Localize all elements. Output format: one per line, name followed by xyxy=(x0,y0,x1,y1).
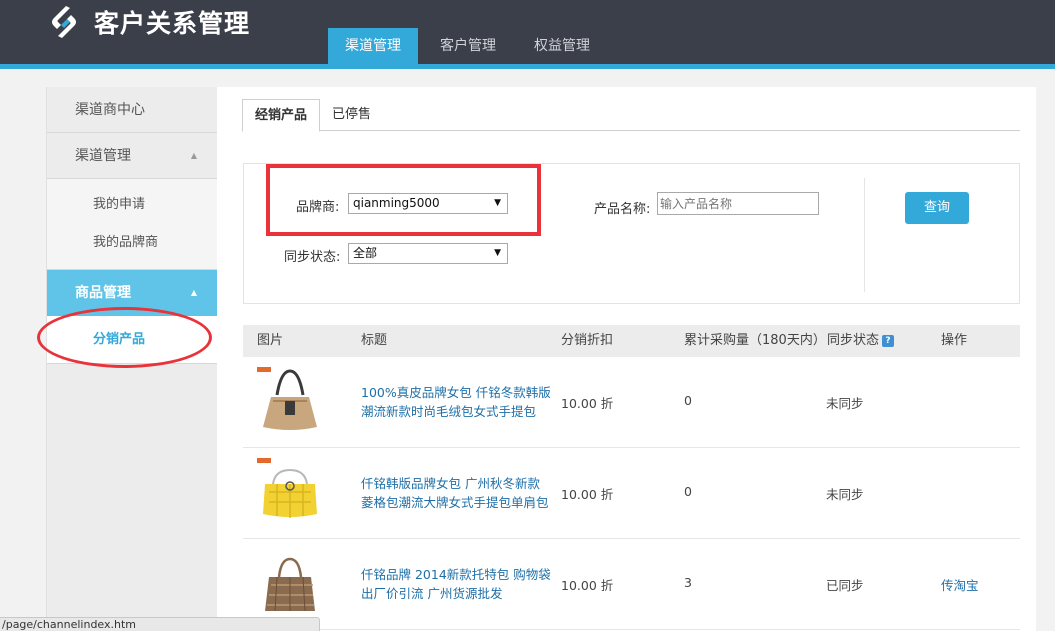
column-header-discount: 分销折扣 xyxy=(561,333,614,348)
main-nav: 渠道管理 客户管理 权益管理 xyxy=(328,28,612,64)
discount-cell: 10.00 折 xyxy=(561,396,614,411)
discount-cell: 10.00 折 xyxy=(561,578,614,593)
sidebar-item-label: 商品管理 xyxy=(75,285,131,301)
main-panel: 经销产品 已停售 品牌商: qianming5000 ▼ 同步状态: 全部 ▼ … xyxy=(217,87,1036,631)
sync-status-label: 同步状态: xyxy=(284,250,341,265)
purchases-cell: 0 xyxy=(684,393,692,408)
product-title-link[interactable]: 仟铭韩版品牌女包 广州秋冬新款菱格包潮流大牌女式手提包单肩包 xyxy=(361,474,551,512)
sync-status-select-value: 全部 xyxy=(353,246,378,260)
column-header-title: 标题 xyxy=(361,333,388,348)
column-header-action: 操作 xyxy=(941,333,968,348)
nav-tab-customer[interactable]: 客户管理 xyxy=(424,28,512,64)
tab-discontinued[interactable]: 已停售 xyxy=(320,99,383,131)
table-header: 图片 标题 分销折扣 累计采购量（180天内） 同步状态? 操作 xyxy=(243,325,1020,357)
product-name-label: 产品名称: xyxy=(594,202,651,217)
sidebar-item-label: 渠道管理 xyxy=(75,148,131,164)
table-row: 仟铭韩版品牌女包 广州秋冬新款菱格包潮流大牌女式手提包单肩包 10.00 折 0… xyxy=(243,448,1020,539)
sidebar-item-channel-center[interactable]: 渠道商中心 xyxy=(47,87,217,133)
sidebar-item-goods-mgmt[interactable]: 商品管理 ▲ xyxy=(47,270,217,316)
query-button[interactable]: 查询 xyxy=(905,192,969,224)
product-name-input[interactable] xyxy=(657,192,819,215)
sidebar-item-my-brands[interactable]: 我的品牌商 xyxy=(47,224,217,262)
table-row: 仟铭品牌 2014新款托特包 购物袋出厂价引流 广州货源批发 10.00 折 3… xyxy=(243,539,1020,630)
brand-select-value: qianming5000 xyxy=(353,196,440,210)
product-title-link[interactable]: 100%真皮品牌女包 仟铭冬款韩版潮流新款时尚毛绒包女式手提包 xyxy=(361,383,551,421)
purchases-cell: 3 xyxy=(684,575,692,590)
sync-status-cell: 未同步 xyxy=(826,487,864,502)
sidebar-submenu-channel: 我的申请 我的品牌商 xyxy=(47,179,217,270)
product-title-link[interactable]: 仟铭品牌 2014新款托特包 购物袋出厂价引流 广州货源批发 xyxy=(361,565,551,603)
sync-status-select[interactable]: 全部 ▼ xyxy=(348,243,508,264)
product-image xyxy=(257,458,317,518)
column-header-image: 图片 xyxy=(257,333,284,348)
filter-divider xyxy=(864,178,865,292)
tab-distributed-products[interactable]: 经销产品 xyxy=(242,99,321,132)
column-header-label: 同步状态 xyxy=(827,333,880,348)
sidebar-item-channel-mgmt[interactable]: 渠道管理 ▲ xyxy=(47,133,217,179)
sidebar-item-distribution-products[interactable]: 分销产品 xyxy=(47,321,217,359)
top-header: 客户关系管理 渠道管理 客户管理 权益管理 xyxy=(0,0,1055,64)
purchases-cell: 0 xyxy=(684,484,692,499)
table-row: 100%真皮品牌女包 仟铭冬款韩版潮流新款时尚毛绒包女式手提包 10.00 折 … xyxy=(243,357,1020,448)
caret-up-icon: ▲ xyxy=(190,151,197,160)
sync-status-cell: 未同步 xyxy=(826,396,864,411)
product-image xyxy=(257,367,317,430)
sidebar: 渠道商中心 渠道管理 ▲ 我的申请 我的品牌商 商品管理 ▲ 分销产品 xyxy=(46,87,217,631)
nav-tab-channel[interactable]: 渠道管理 xyxy=(328,28,418,64)
nav-tab-rights[interactable]: 权益管理 xyxy=(518,28,606,64)
sidebar-item-my-applications[interactable]: 我的申请 xyxy=(47,186,217,224)
discount-cell: 10.00 折 xyxy=(561,487,614,502)
column-header-purchases: 累计采购量（180天内） xyxy=(684,333,826,348)
help-icon[interactable]: ? xyxy=(882,335,895,347)
sidebar-item-label: 渠道商中心 xyxy=(75,102,145,118)
logo-icon xyxy=(52,6,76,38)
sync-status-cell: 已同步 xyxy=(826,578,864,593)
product-tabs: 经销产品 已停售 xyxy=(242,99,1020,132)
dropdown-arrow-icon: ▼ xyxy=(494,248,501,258)
caret-up-icon: ▲ xyxy=(190,288,197,297)
filter-panel: 品牌商: qianming5000 ▼ 同步状态: 全部 ▼ 产品名称: 查询 xyxy=(243,163,1020,304)
sidebar-submenu-goods: 分销产品 xyxy=(47,316,217,364)
brand-label: 品牌商: xyxy=(296,200,340,215)
product-image xyxy=(265,557,315,612)
header-accent-bar xyxy=(0,64,1055,69)
brand-select[interactable]: qianming5000 ▼ xyxy=(348,193,508,214)
column-header-sync-status: 同步状态? xyxy=(827,325,895,357)
app-title: 客户关系管理 xyxy=(94,9,251,38)
dropdown-arrow-icon: ▼ xyxy=(494,198,501,208)
browser-status-url: /page/channelindex.htm xyxy=(0,617,320,631)
upload-taobao-link[interactable]: 传淘宝 xyxy=(941,575,979,594)
